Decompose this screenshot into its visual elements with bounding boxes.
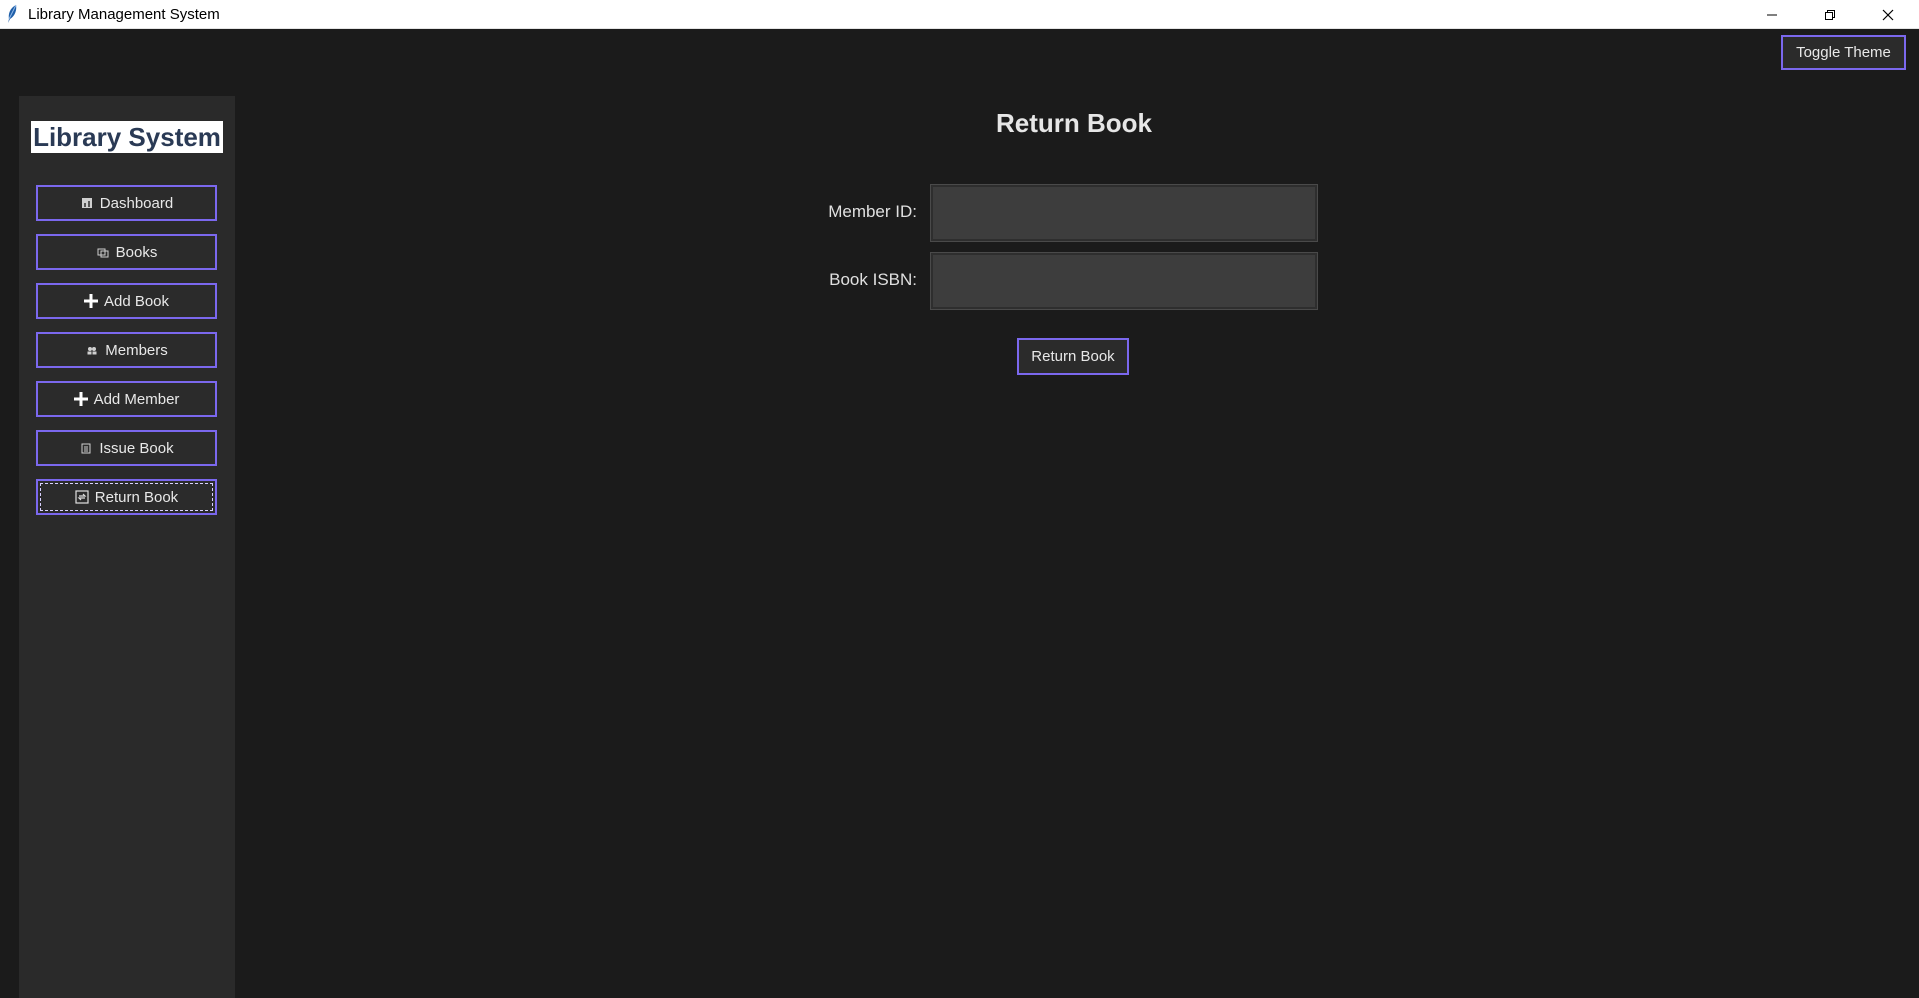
sidebar-item-add-book[interactable]: Add Book: [36, 283, 217, 319]
book-isbn-label: Book ISBN:: [829, 270, 917, 289]
sidebar-item-label: Dashboard: [99, 194, 174, 212]
title-bar: Library Management System: [0, 0, 1919, 29]
return-icon: [75, 490, 89, 504]
feather-icon: [6, 4, 18, 24]
restore-icon: [1825, 9, 1835, 20]
book-isbn-field[interactable]: [930, 252, 1318, 310]
minimize-icon: [1767, 14, 1777, 15]
sidebar: Library System Dashboard Books Add Book …: [19, 96, 235, 998]
member-id-label: Member ID:: [828, 202, 917, 221]
clipboard-icon: [79, 441, 93, 455]
close-icon: [1882, 9, 1894, 20]
plus-icon: [83, 294, 98, 308]
return-book-button[interactable]: Return Book: [1017, 338, 1129, 375]
sidebar-item-label: Issue Book: [99, 439, 174, 457]
sidebar-item-add-member[interactable]: Add Member: [36, 381, 217, 417]
restore-button[interactable]: [1801, 0, 1859, 29]
sidebar-item-members[interactable]: Members: [36, 332, 217, 368]
member-id-field[interactable]: [930, 184, 1318, 242]
brand-title: Library System: [31, 121, 223, 153]
books-icon: [96, 245, 110, 259]
dashboard-icon: [80, 196, 94, 210]
app-window: Library Management System Toggle Theme L…: [0, 0, 1919, 998]
sidebar-item-issue-book[interactable]: Issue Book: [36, 430, 217, 466]
sidebar-item-label: Members: [105, 341, 168, 359]
sidebar-item-label: Return Book: [94, 488, 179, 506]
members-icon: [85, 343, 99, 357]
sidebar-item-books[interactable]: Books: [36, 234, 217, 270]
toggle-theme-button[interactable]: Toggle Theme: [1781, 35, 1906, 70]
page-title: Return Book: [996, 108, 1152, 138]
plus-icon: [73, 392, 88, 406]
sidebar-item-label: Books: [115, 243, 158, 261]
minimize-button[interactable]: [1743, 0, 1801, 29]
close-button[interactable]: [1859, 0, 1917, 29]
sidebar-item-label: Add Book: [103, 292, 170, 310]
sidebar-item-dashboard[interactable]: Dashboard: [36, 185, 217, 221]
window-title: Library Management System: [28, 6, 220, 23]
sidebar-item-return-book[interactable]: Return Book: [36, 479, 217, 515]
sidebar-item-label: Add Member: [93, 390, 180, 408]
